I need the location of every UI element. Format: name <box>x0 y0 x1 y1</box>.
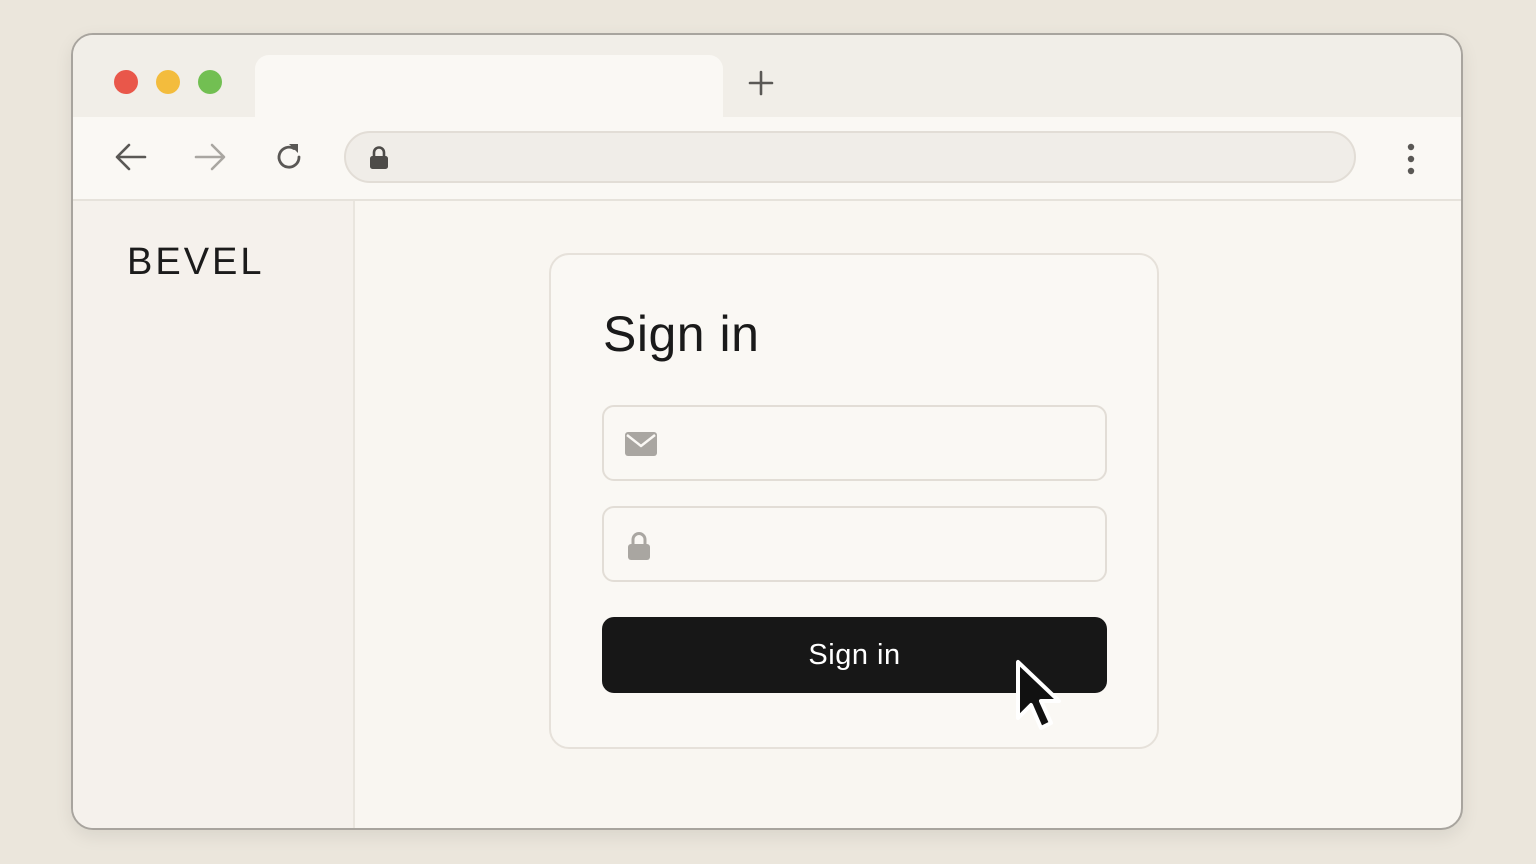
password-field[interactable] <box>602 506 1107 582</box>
new-tab-button[interactable] <box>743 65 779 101</box>
reload-button[interactable] <box>271 139 307 175</box>
mouse-cursor-icon <box>1016 660 1061 730</box>
arrow-left-icon <box>115 143 147 171</box>
minimize-window-button[interactable] <box>156 70 180 94</box>
maximize-window-button[interactable] <box>198 70 222 94</box>
sidebar: BEVEL <box>73 201 355 828</box>
page-title: Sign in <box>603 306 760 362</box>
email-input[interactable] <box>680 421 1084 467</box>
browser-menu-button[interactable] <box>1401 141 1421 177</box>
brand-logo[interactable]: BEVEL <box>127 241 265 284</box>
back-button[interactable] <box>113 139 149 175</box>
sign-in-button-label: Sign in <box>808 638 901 671</box>
close-window-button[interactable] <box>114 70 138 94</box>
active-tab[interactable] <box>255 55 723 117</box>
reload-icon <box>277 144 301 169</box>
email-field[interactable] <box>602 405 1107 481</box>
address-bar[interactable] <box>344 131 1356 183</box>
forward-button[interactable] <box>192 139 228 175</box>
kebab-menu-icon <box>1407 143 1415 175</box>
mail-icon <box>625 432 657 456</box>
arrow-right-icon <box>194 143 226 171</box>
browser-toolbar <box>73 117 1461 201</box>
lock-icon <box>370 146 388 169</box>
password-input[interactable] <box>680 522 1084 568</box>
lock-icon <box>628 532 650 560</box>
browser-window: BEVEL Sign in Sign in <box>71 33 1463 830</box>
tab-strip <box>73 35 1461 117</box>
plus-icon <box>748 70 774 96</box>
